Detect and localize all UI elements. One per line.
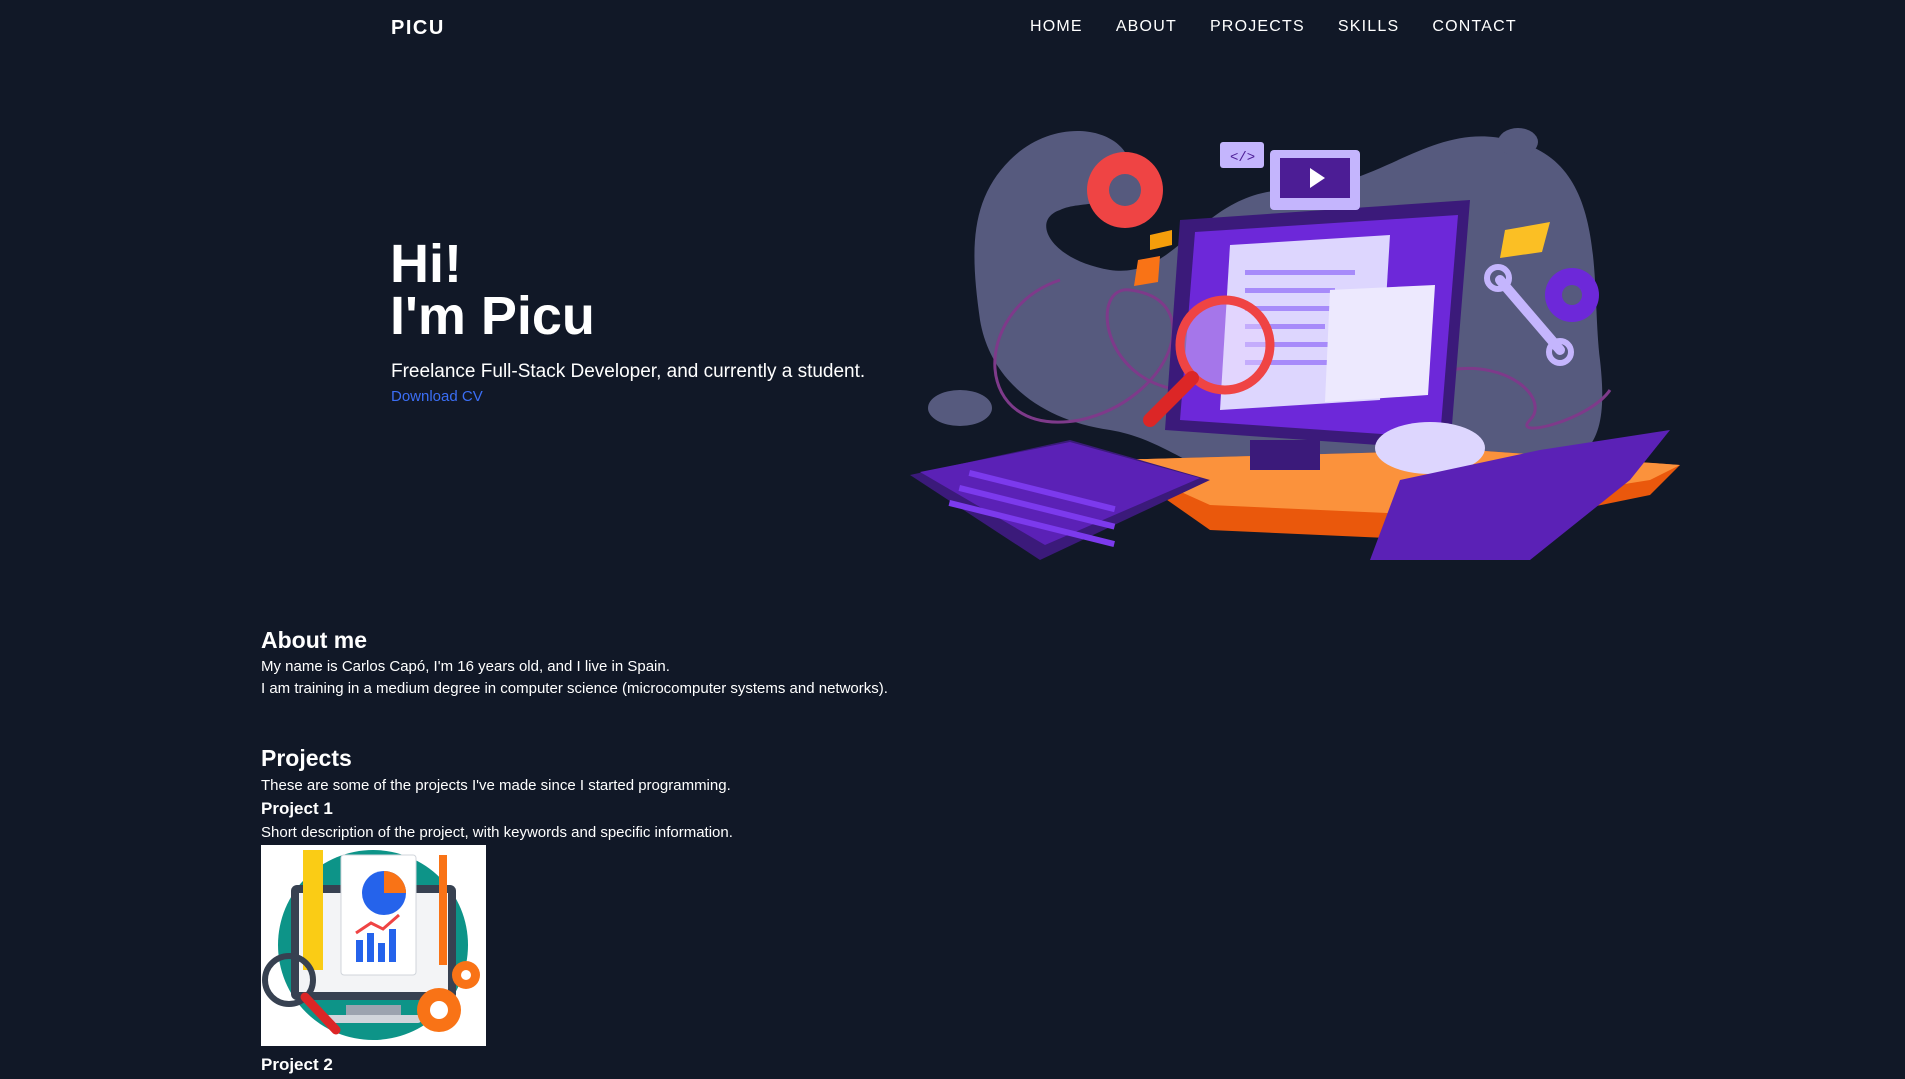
nav-links: HOME ABOUT PROJECTS SKILLS CONTACT (1030, 18, 1517, 36)
project-2-title: Project 2 (261, 1055, 333, 1074)
project-1-image[interactable] (261, 845, 486, 1046)
about-line-2: I am training in a medium degree in comp… (261, 680, 888, 697)
blob-small-right (1498, 128, 1538, 156)
blob-small-left (928, 390, 992, 426)
nav-link-home[interactable]: HOME (1030, 18, 1083, 36)
about-title: About me (261, 627, 368, 653)
nav-link-projects[interactable]: PROJECTS (1210, 18, 1305, 36)
download-cv-link[interactable]: Download CV (391, 388, 483, 405)
about-line-1: My name is Carlos Capó, I'm 16 years old… (261, 658, 670, 675)
hero-title: Hi! I'm Picu (390, 234, 595, 346)
hero-greeting: Hi! (390, 234, 462, 294)
project-1-title: Project 1 (261, 799, 333, 818)
gear-icon-orange (1087, 152, 1163, 228)
hero-subtitle: Freelance Full-Stack Developer, and curr… (391, 361, 866, 382)
navbar: PICU HOME ABOUT PROJECTS SKILLS CONTACT (0, 0, 1905, 56)
gear-icon-purple (1545, 268, 1599, 322)
analytics-illustration-icon (261, 845, 486, 1046)
nav-link-about[interactable]: ABOUT (1116, 18, 1177, 36)
nav-link-contact[interactable]: CONTACT (1432, 18, 1517, 36)
projects-intro: These are some of the projects I've made… (261, 777, 731, 794)
site-logo[interactable]: PICU (391, 17, 445, 40)
page: PICU HOME ABOUT PROJECTS SKILLS CONTACT … (0, 0, 1905, 1079)
hero-name: I'm Picu (390, 286, 595, 346)
project-1-description: Short description of the project, with k… (261, 824, 733, 841)
projects-title: Projects (261, 745, 352, 771)
developer-illustration: </> (910, 128, 1680, 560)
nav-link-skills[interactable]: SKILLS (1338, 18, 1399, 36)
svg-text:</>: </> (1230, 150, 1255, 166)
